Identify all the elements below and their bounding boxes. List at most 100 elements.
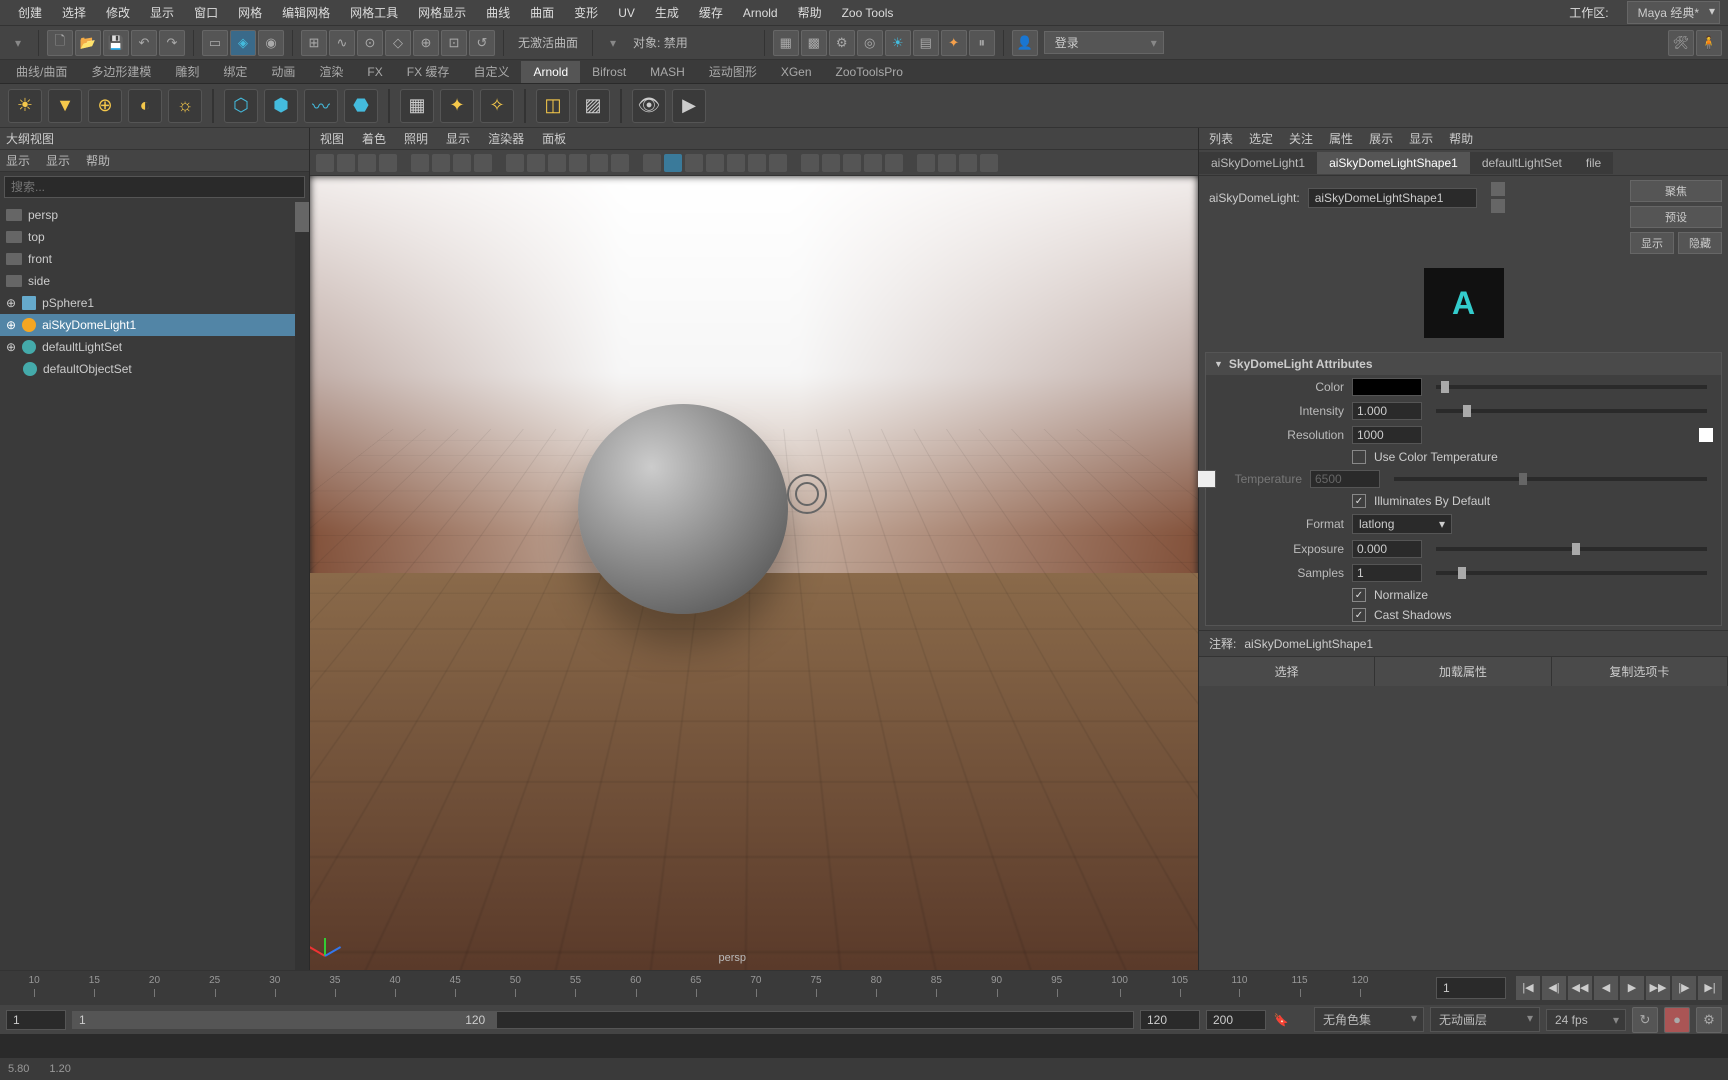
exposure-input[interactable] [1352,540,1422,558]
menu-help[interactable]: 帮助 [788,4,832,21]
vp-menu-panels[interactable]: 面板 [542,130,566,147]
menu-select[interactable]: 选择 [52,4,96,21]
shelf-tab-fxcache[interactable]: FX 缓存 [395,59,462,84]
ae-menu-attrs[interactable]: 属性 [1329,130,1353,147]
render-settings-icon[interactable]: ⚙ [829,30,855,56]
light-editor-icon[interactable]: ☀ [885,30,911,56]
step-forward-icon[interactable]: ▶▶ [1646,976,1670,1000]
menu-mesh[interactable]: 网格 [228,4,272,21]
shelf-tab-zoo[interactable]: ZooToolsPro [824,61,915,83]
vp-smooth-shade-icon[interactable] [664,154,682,172]
shelf-tab-sculpt[interactable]: 雕刻 [163,59,211,84]
viewport-3d[interactable]: persp [310,176,1198,970]
sym-dropdown[interactable]: ▾ [601,30,625,56]
outliner-search-input[interactable] [4,176,305,198]
outliner-item-psphere1[interactable]: ⊕pSphere1 [0,292,309,314]
shelf-tab-poly[interactable]: 多边形建模 [79,59,163,84]
skydome-manipulator-icon[interactable] [787,474,827,514]
play-back-icon[interactable]: ◀ [1594,976,1618,1000]
menu-edit-mesh[interactable]: 编辑网格 [272,4,340,21]
normalize-checkbox[interactable] [1352,588,1366,602]
render-view-icon[interactable]: ✦ [941,30,967,56]
shelf-tab-xgen[interactable]: XGen [769,61,824,83]
vp-select-cam-icon[interactable] [316,154,334,172]
use-color-temp-checkbox[interactable] [1352,450,1366,464]
auto-key-icon[interactable]: ● [1664,1007,1690,1033]
physical-sky-icon[interactable]: ☼ [168,89,202,123]
current-frame-input[interactable] [1436,977,1506,999]
ae-menu-list[interactable]: 列表 [1209,130,1233,147]
samples-input[interactable] [1352,564,1422,582]
vp-res-gate-icon[interactable] [548,154,566,172]
save-scene-icon[interactable]: 💾 [103,30,129,56]
menu-curve[interactable]: 曲线 [476,4,520,21]
playback-end-input[interactable] [1140,1010,1200,1030]
render-setup-icon[interactable]: ▤ [913,30,939,56]
outliner-item-front[interactable]: front [0,248,309,270]
menu-zoo-tools[interactable]: Zoo Tools [832,6,904,20]
menu-uv[interactable]: UV [608,6,645,20]
ae-tab-shape[interactable]: aiSkyDomeLightShape1 [1317,152,1470,174]
render-settings-shelf-icon[interactable]: 👁 [632,89,666,123]
samples-slider[interactable] [1436,571,1707,575]
mesh-light-icon[interactable]: ▼ [48,89,82,123]
vp-gate-mask-icon[interactable] [569,154,587,172]
ae-tab-file[interactable]: file [1574,152,1613,174]
menu-window[interactable]: 窗口 [184,4,228,21]
arnold-render-icon[interactable]: ✦ [440,89,474,123]
render-seq-icon[interactable]: ▶ [672,89,706,123]
vp-motion-blur-icon[interactable] [748,154,766,172]
paint-select-icon[interactable]: ◉ [258,30,284,56]
create-shader-icon[interactable]: ⬡ [224,89,258,123]
vp-wire-shaded-icon[interactable] [643,154,661,172]
range-slider[interactable]: 1 120 [72,1011,1134,1029]
fps-dropdown[interactable]: 24 fps [1546,1009,1626,1031]
outliner-item-top[interactable]: top [0,226,309,248]
loop-icon[interactable]: ↻ [1632,1007,1658,1033]
intensity-input[interactable] [1352,402,1422,420]
command-line[interactable] [0,1034,1728,1058]
vp-toggle-2-icon[interactable] [938,154,956,172]
snap-plane-icon[interactable]: ◇ [385,30,411,56]
vp-film-gate-icon[interactable] [527,154,545,172]
ae-node-name-input[interactable] [1308,188,1477,208]
render-view-shelf-icon[interactable]: ▦ [400,89,434,123]
ae-nav-up-icon[interactable] [1491,182,1505,196]
vp-gamma-icon[interactable] [864,154,882,172]
outliner-item-defaultlightset[interactable]: ⊕defaultLightSet [0,336,309,358]
shelf-tab-mash[interactable]: MASH [638,61,697,83]
outliner-menu-display[interactable]: 显示 [6,152,30,169]
ae-show-button[interactable]: 显示 [1630,232,1674,254]
vp-toggle-3-icon[interactable] [959,154,977,172]
hypershade-icon[interactable]: ◎ [857,30,883,56]
resolution-input[interactable] [1352,426,1422,444]
ae-presets-button[interactable]: 预设 [1630,206,1722,228]
vp-menu-lighting[interactable]: 照明 [404,130,428,147]
snap-grid-icon[interactable]: ⊞ [301,30,327,56]
vp-menu-view[interactable]: 视图 [320,130,344,147]
vp-toggle-4-icon[interactable] [980,154,998,172]
vp-lock-cam-icon[interactable] [337,154,355,172]
undo-icon[interactable]: ↶ [131,30,157,56]
snap-curve-icon[interactable]: ∿ [329,30,355,56]
workspace-dropdown[interactable]: Maya 经典* [1627,1,1720,24]
vp-toggle-1-icon[interactable] [917,154,935,172]
vp-wire-icon[interactable] [474,154,492,172]
menu-mesh-display[interactable]: 网格显示 [408,4,476,21]
vp-2d-pan-icon[interactable] [411,154,429,172]
shelf-tab-render[interactable]: 渲染 [307,59,355,84]
menu-cache[interactable]: 缓存 [689,4,733,21]
ae-menu-display[interactable]: 展示 [1369,130,1393,147]
render-icon[interactable]: ▦ [773,30,799,56]
open-scene-icon[interactable]: 📂 [75,30,101,56]
section-header[interactable]: SkyDomeLight Attributes [1206,353,1721,375]
outliner-menu-show[interactable]: 显示 [46,152,70,169]
skydome-light-icon[interactable]: ◐ [128,89,162,123]
outliner-item-aiskydomelight1[interactable]: ⊕aiSkyDomeLight1 [0,314,309,336]
shelf-tab-custom[interactable]: 自定义 [461,59,521,84]
ae-tab-lightset[interactable]: defaultLightSet [1470,152,1574,174]
key-marker-icon[interactable]: 🔖 [1272,1011,1290,1029]
step-forward-key-icon[interactable]: |▶ [1672,976,1696,1000]
area-light-icon[interactable]: ☀ [8,89,42,123]
vp-shadows-icon[interactable] [706,154,724,172]
